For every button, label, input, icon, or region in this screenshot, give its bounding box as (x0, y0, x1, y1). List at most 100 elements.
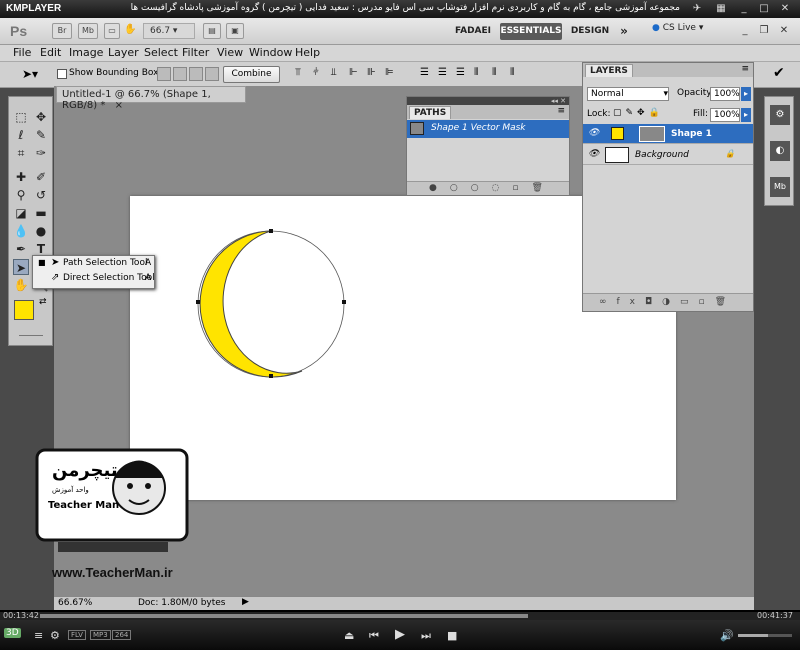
menu-file[interactable]: File (13, 46, 31, 59)
pin-icon[interactable]: ✈ (690, 2, 704, 15)
view-extras-button[interactable]: ▭ (104, 23, 120, 39)
path-selection-tool-icon[interactable]: ➤ (13, 259, 29, 275)
close-icon[interactable]: ✕ (778, 2, 792, 15)
healing-brush-icon[interactable]: ✚ (13, 169, 29, 185)
combine-button[interactable]: Combine (223, 66, 280, 83)
document-close-icon[interactable]: × (115, 100, 123, 111)
subtract-shape-area-button[interactable] (173, 67, 187, 81)
opacity-arrow-icon[interactable]: ▸ (741, 87, 751, 101)
workspace-more-button[interactable]: » (616, 23, 632, 40)
badge-3d[interactable]: 3D (4, 628, 21, 638)
ps-restore-icon[interactable]: ❐ (757, 24, 771, 37)
panel-collapse-icon[interactable]: ◂◂ ✕ (407, 97, 569, 105)
menu-window[interactable]: Window (249, 46, 292, 59)
opacity-field[interactable]: 100% (710, 87, 740, 101)
minibridge-dock-icon[interactable]: Mb (770, 177, 790, 197)
align-bottom-icon[interactable]: ⫫ (331, 67, 345, 81)
layer-row-background[interactable]: 👁 Background 🔒 (583, 145, 753, 165)
layer-row-shape1[interactable]: 👁 Shape 1 (583, 124, 753, 144)
playlist-icon[interactable]: ≡ (34, 629, 43, 642)
menu-image[interactable]: Image (69, 46, 103, 59)
clone-stamp-icon[interactable]: ⚲ (13, 187, 29, 203)
menu-view[interactable]: View (217, 46, 243, 59)
layers-panel-menu-icon[interactable]: ≡ (741, 64, 749, 74)
menu-select[interactable]: Select (144, 46, 178, 59)
flyout-path-selection[interactable]: Path Selection Tool (63, 258, 147, 271)
arrange-docs-button[interactable]: ▤ (203, 23, 221, 39)
pen-tool-icon[interactable]: ✒ (13, 241, 29, 257)
ps-minimize-icon[interactable]: _ (738, 24, 752, 37)
visibility-eye-icon[interactable]: 👁 (588, 128, 599, 138)
move-tool-icon[interactable]: ✥ (33, 109, 49, 125)
settings-gear-icon[interactable]: ⚙ (50, 629, 60, 642)
bridge-button[interactable]: Br (52, 23, 72, 39)
status-menu-arrow-icon[interactable]: ▶ (242, 597, 249, 607)
bounding-box-checkbox[interactable] (57, 69, 67, 79)
layer-comps-icon[interactable]: ⚙ (770, 105, 790, 125)
eraser-tool-icon[interactable]: ◪ (13, 205, 29, 221)
eject-icon[interactable]: ⏏ (344, 629, 354, 642)
screen-mode-button[interactable]: ▣ (226, 23, 244, 39)
exclude-shape-area-button[interactable] (205, 67, 219, 81)
fill-arrow-icon[interactable]: ▸ (741, 108, 751, 122)
volume-icon[interactable]: 🔊 (720, 629, 734, 642)
menu-help[interactable]: Help (295, 46, 320, 59)
align-hcenter-icon[interactable]: ⊪ (367, 67, 381, 81)
align-top-icon[interactable]: ⫪ (295, 67, 309, 81)
align-left-icon[interactable]: ⊩ (349, 67, 363, 81)
distribute-bottom-icon[interactable]: ☰ (456, 67, 470, 81)
intersect-shape-area-button[interactable] (189, 67, 203, 81)
commit-check-icon[interactable]: ✔ (773, 65, 785, 81)
gradient-tool-icon[interactable]: ▬ (33, 205, 49, 221)
add-shape-area-button[interactable] (157, 67, 171, 81)
menu-filter[interactable]: Filter (182, 46, 209, 59)
distribute-left-icon[interactable]: ⦀ (474, 67, 488, 81)
ps-close-icon[interactable]: ✕ (777, 24, 791, 37)
menu-icon[interactable]: ▦ (714, 2, 728, 15)
flyout-direct-selection[interactable]: Direct Selection Tool (63, 273, 155, 286)
crop-tool-icon[interactable]: ⌗ (13, 145, 29, 161)
quick-select-tool-icon[interactable]: ✎ (33, 127, 49, 143)
distribute-vcenter-icon[interactable]: ☰ (438, 67, 452, 81)
previous-icon[interactable]: ⏮ (369, 629, 379, 643)
hand-tool-icon[interactable]: ✋ (13, 277, 29, 293)
status-zoom[interactable]: 66.67% (58, 598, 92, 608)
minibridge-button[interactable]: Mb (78, 23, 98, 39)
play-icon[interactable]: ▶ (395, 627, 405, 642)
align-vcenter-icon[interactable]: ⫩ (313, 67, 327, 81)
eyedropper-tool-icon[interactable]: ✑ (33, 145, 49, 161)
distribute-right-icon[interactable]: ⦀ (510, 67, 524, 81)
menu-edit[interactable]: Edit (40, 46, 61, 59)
layers-tab[interactable]: LAYERS (585, 64, 633, 77)
fill-field[interactable]: 100% (710, 108, 740, 122)
foreground-color-swatch[interactable] (14, 300, 34, 320)
minimize-icon[interactable]: _ (737, 2, 751, 15)
layers-footer-icons[interactable]: ∞fx◘◑▭▫🗑 (583, 293, 753, 311)
menu-layer[interactable]: Layer (108, 46, 139, 59)
paths-footer-icons[interactable]: ●○○◌▫🗑 (407, 181, 569, 195)
workspace-design[interactable]: DESIGN (568, 23, 612, 40)
distribute-hcenter-icon[interactable]: ⦀ (492, 67, 506, 81)
panel-menu-icon[interactable]: ≡ (557, 106, 565, 116)
dodge-tool-icon[interactable]: ● (33, 223, 49, 239)
stop-icon[interactable]: ■ (447, 629, 457, 642)
distribute-top-icon[interactable]: ☰ (420, 67, 434, 81)
workspace-essentials[interactable]: ESSENTIALS (500, 23, 562, 40)
path-row[interactable]: Shape 1 Vector Mask (407, 120, 569, 138)
cs-live-button[interactable]: ● CS Live ▾ (652, 23, 703, 33)
brush-tool-icon[interactable]: ✐ (33, 169, 49, 185)
workspace-fadaei[interactable]: FADAEI (452, 23, 494, 40)
lasso-tool-icon[interactable]: ℓ (13, 127, 29, 143)
hand-icon[interactable]: ✋ (124, 24, 136, 35)
history-brush-icon[interactable]: ↺ (33, 187, 49, 203)
path-select-tool-icon[interactable]: ➤▾ (22, 67, 38, 81)
blend-mode-select[interactable]: Normal ▾ (587, 87, 669, 101)
zoom-field[interactable]: 66.7 ▾ (143, 23, 195, 39)
lock-icons[interactable]: ▢✎✥🔒 (613, 108, 664, 118)
adjustments-icon[interactable]: ◐ (770, 141, 790, 161)
align-right-icon[interactable]: ⊫ (385, 67, 399, 81)
marquee-tool-icon[interactable]: ⬚ (13, 109, 29, 125)
paths-tab[interactable]: PATHS (409, 106, 452, 119)
next-icon[interactable]: ⏭ (421, 629, 431, 643)
document-tab[interactable]: Untitled-1 @ 66.7% (Shape 1, RGB/8) * × (56, 86, 246, 111)
